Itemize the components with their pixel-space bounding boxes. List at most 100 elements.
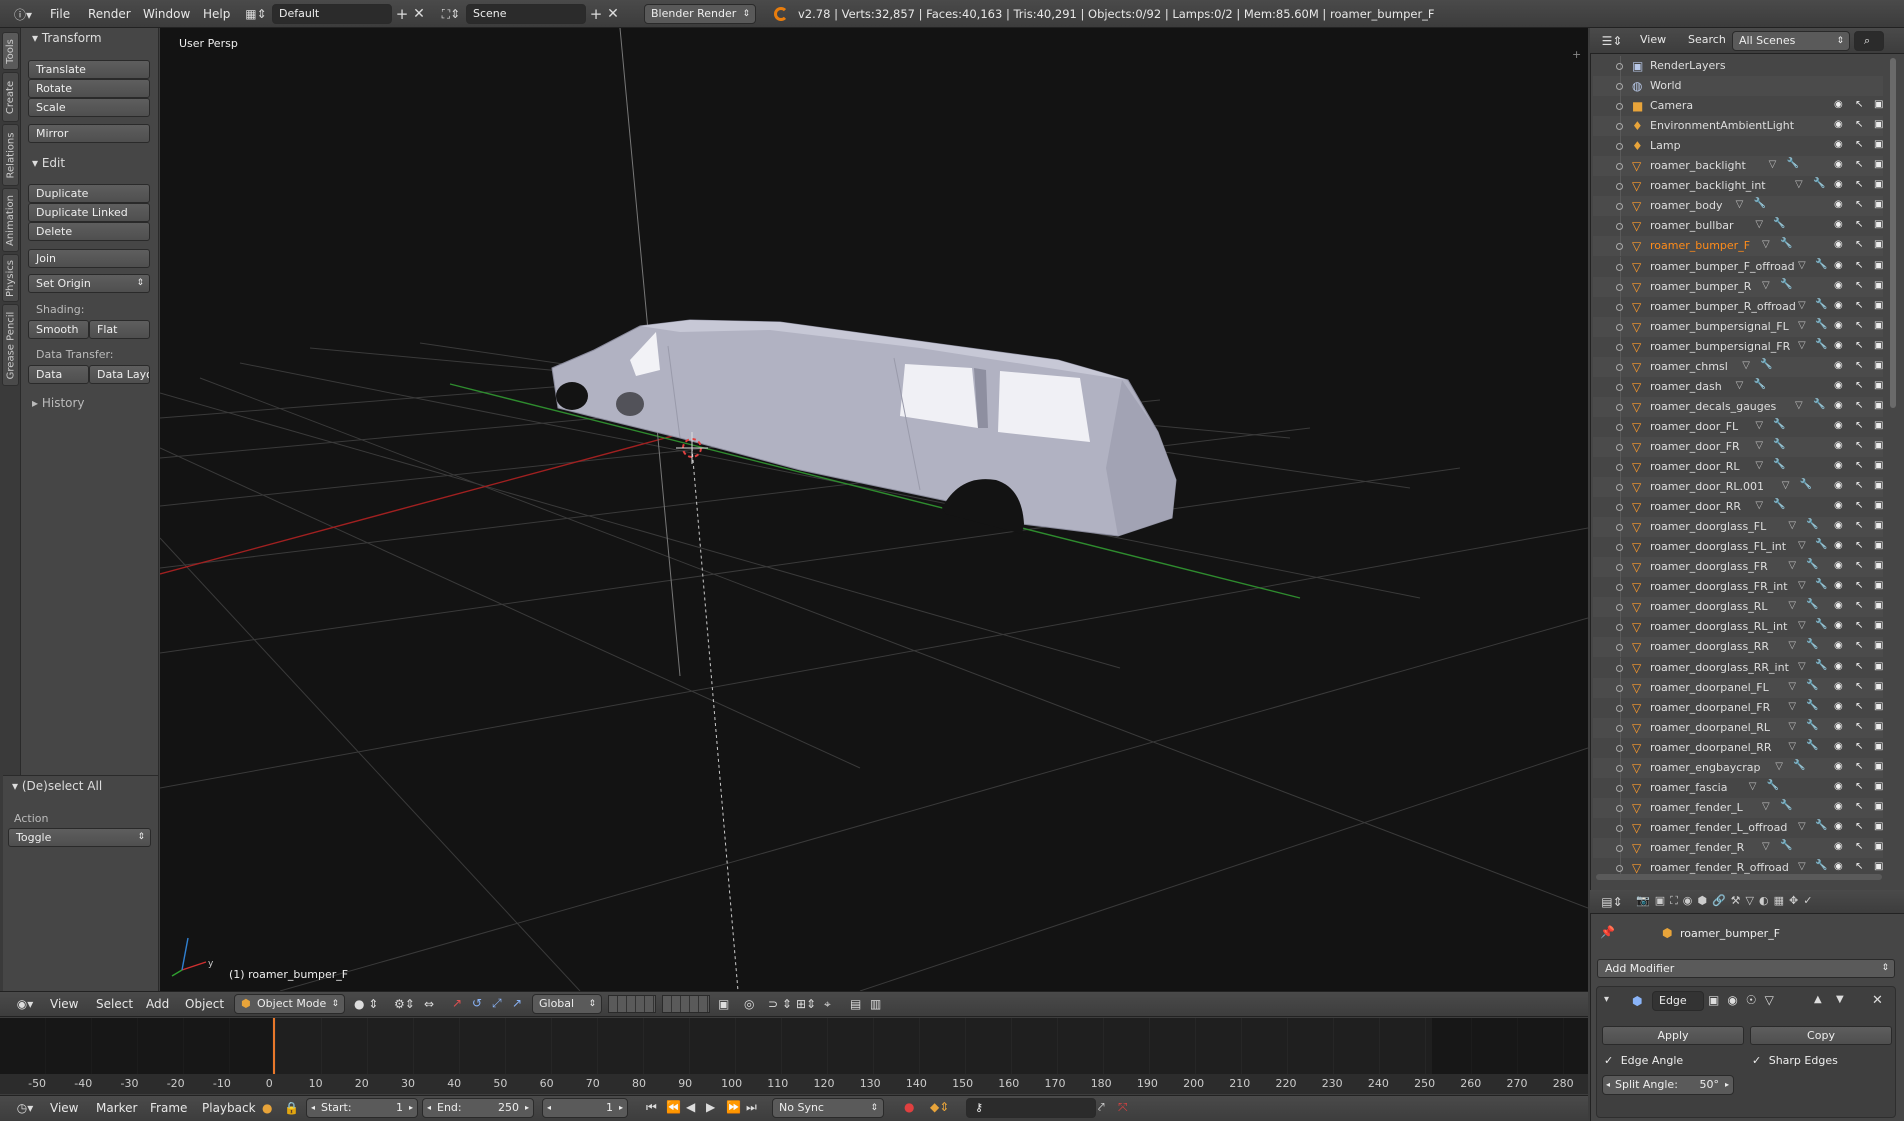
visibility-eye-icon[interactable]: ◉ xyxy=(1834,300,1843,311)
play-icon[interactable]: ▶ xyxy=(706,1100,715,1114)
menu-window[interactable]: Window xyxy=(143,0,190,28)
render-camera-icon[interactable]: ▣ xyxy=(1874,761,1883,772)
outliner-row[interactable]: ▽ roamer_backlight ▽ 🔧 ◉ ↖ ▣ xyxy=(1593,156,1883,177)
outliner-row[interactable]: ▽ roamer_doorglass_FL ▽ 🔧 ◉ ↖ ▣ xyxy=(1593,517,1883,538)
screen-layout-icon[interactable]: ▦⇕ xyxy=(243,5,269,23)
mesh-data-icon[interactable]: ▽ xyxy=(1788,701,1796,712)
outliner-row[interactable]: ▽ roamer_doorpanel_RL ▽ 🔧 ◉ ↖ ▣ xyxy=(1593,717,1883,738)
region-split-plus-icon[interactable]: + xyxy=(1572,48,1581,61)
expand-toggle-icon[interactable] xyxy=(1616,163,1623,171)
modifier-wrench-icon[interactable]: 🔧 xyxy=(1815,339,1827,350)
mesh-data-icon[interactable]: ▽ xyxy=(1755,219,1763,230)
manipulator-scale-icon[interactable]: ⤢ xyxy=(492,996,502,1011)
select-cursor-icon[interactable]: ↖ xyxy=(1855,761,1863,772)
transform-panel-header[interactable]: ▾ Transform xyxy=(32,31,102,45)
sync-mode-select[interactable]: No Sync ⇕ xyxy=(772,1098,884,1118)
tab-animation[interactable]: Animation xyxy=(2,188,19,252)
render-camera-icon[interactable]: ▣ xyxy=(1874,380,1883,391)
visibility-eye-icon[interactable]: ◉ xyxy=(1834,620,1843,631)
render-camera-icon[interactable]: ▣ xyxy=(1874,480,1883,491)
expand-toggle-icon[interactable] xyxy=(1616,584,1623,592)
select-cursor-icon[interactable]: ↖ xyxy=(1855,620,1863,631)
tab-grease-pencil[interactable]: Grease Pencil xyxy=(2,304,19,386)
mesh-data-icon[interactable]: ▽ xyxy=(1736,380,1744,391)
render-camera-icon[interactable]: ▣ xyxy=(1874,600,1883,611)
set-origin-select[interactable]: Set Origin ⇕ xyxy=(28,274,150,293)
tab-tools[interactable]: Tools xyxy=(2,32,19,70)
snap-target-icon[interactable]: ⌖ xyxy=(824,997,831,1012)
manipulator-translate-icon[interactable]: ↗ xyxy=(452,996,462,1010)
outliner-row[interactable]: ▽ roamer_engbaycrap ▽ 🔧 ◉ ↖ ▣ xyxy=(1593,757,1883,778)
select-cursor-icon[interactable]: ↖ xyxy=(1855,600,1863,611)
modifier-collapse-icon[interactable]: ▾ xyxy=(1604,994,1609,1005)
select-cursor-icon[interactable]: ↖ xyxy=(1855,320,1863,331)
screen-layout-field[interactable]: Default xyxy=(272,4,392,24)
select-cursor-icon[interactable]: ↖ xyxy=(1855,360,1863,371)
outliner-row[interactable]: ▽ roamer_fender_L ▽ 🔧 ◉ ↖ ▣ xyxy=(1593,797,1883,818)
mesh-data-icon[interactable]: ▽ xyxy=(1788,681,1796,692)
select-cursor-icon[interactable]: ↖ xyxy=(1855,420,1863,431)
visibility-eye-icon[interactable]: ◉ xyxy=(1834,560,1843,571)
render-camera-icon[interactable]: ▣ xyxy=(1874,540,1883,551)
expand-toggle-icon[interactable] xyxy=(1616,263,1623,271)
expand-toggle-icon[interactable] xyxy=(1616,664,1623,672)
mesh-data-icon[interactable]: ▽ xyxy=(1798,861,1806,872)
visibility-eye-icon[interactable]: ◉ xyxy=(1834,460,1843,471)
copy-modifier-button[interactable]: Copy xyxy=(1750,1026,1892,1045)
delete-layout-button[interactable]: ✕ xyxy=(411,4,427,24)
select-cursor-icon[interactable]: ↖ xyxy=(1855,139,1863,150)
select-cursor-icon[interactable]: ↖ xyxy=(1855,500,1863,511)
mesh-data-icon[interactable]: ▽ xyxy=(1762,239,1770,250)
expand-toggle-icon[interactable] xyxy=(1616,403,1623,411)
visibility-eye-icon[interactable]: ◉ xyxy=(1834,280,1843,291)
outliner-row[interactable]: ▽ roamer_fender_L_offroad ▽ 🔧 ◉ ↖ ▣ xyxy=(1593,817,1883,838)
split-angle-field[interactable]: ◂ Split Angle: 50° ▸ xyxy=(1602,1075,1734,1095)
select-cursor-icon[interactable]: ↖ xyxy=(1855,179,1863,190)
visibility-eye-icon[interactable]: ◉ xyxy=(1834,580,1843,591)
render-camera-icon[interactable]: ▣ xyxy=(1874,580,1883,591)
modifier-wrench-icon[interactable]: 🔧 xyxy=(1780,279,1792,290)
manipulator-combo-icon[interactable]: ↗ xyxy=(512,996,522,1010)
layer-buttons-2[interactable] xyxy=(662,995,710,1013)
visibility-eye-icon[interactable]: ◉ xyxy=(1834,400,1843,411)
record-icon[interactable]: ● xyxy=(904,1100,914,1114)
mesh-data-icon[interactable]: ▽ xyxy=(1795,179,1803,190)
render-camera-icon[interactable]: ▣ xyxy=(1874,460,1883,471)
render-camera-icon[interactable]: ▣ xyxy=(1874,701,1883,712)
modifier-wrench-icon[interactable]: 🔧 xyxy=(1815,579,1827,590)
modifier-wrench-icon[interactable]: 🔧 xyxy=(1815,820,1827,831)
visibility-eye-icon[interactable]: ◉ xyxy=(1834,801,1843,812)
visibility-eye-icon[interactable]: ◉ xyxy=(1834,420,1843,431)
view3d-editor-type-icon[interactable]: ◉▾ xyxy=(10,995,40,1013)
select-cursor-icon[interactable]: ↖ xyxy=(1855,219,1863,230)
select-cursor-icon[interactable]: ↖ xyxy=(1855,159,1863,170)
expand-toggle-icon[interactable] xyxy=(1616,684,1623,692)
modifier-wrench-icon[interactable]: 🔧 xyxy=(1815,319,1827,330)
visibility-eye-icon[interactable]: ◉ xyxy=(1834,320,1843,331)
visibility-eye-icon[interactable]: ◉ xyxy=(1834,600,1843,611)
add-modifier-select[interactable]: Add Modifier ⇕ xyxy=(1597,959,1895,978)
data-layout-button[interactable]: Data Layo xyxy=(89,365,150,384)
expand-toggle-icon[interactable] xyxy=(1616,323,1623,331)
pin-icon[interactable]: 📌 xyxy=(1600,925,1615,939)
visibility-eye-icon[interactable]: ◉ xyxy=(1834,841,1843,852)
modifier-wrench-icon[interactable]: 🔧 xyxy=(1813,399,1825,410)
keying-set-field[interactable]: ⚷ xyxy=(966,1098,1096,1118)
mesh-data-icon[interactable]: ▽ xyxy=(1798,821,1806,832)
select-cursor-icon[interactable]: ↖ xyxy=(1855,701,1863,712)
outliner-row[interactable]: ▽ roamer_bumper_R_offroad ▽ 🔧 ◉ ↖ ▣ xyxy=(1593,296,1883,317)
outliner-row[interactable]: ▽ roamer_fender_R ▽ 🔧 ◉ ↖ ▣ xyxy=(1593,837,1883,858)
modifier-wrench-icon[interactable]: 🔧 xyxy=(1806,720,1818,731)
lock-layers-icon[interactable]: ▣ xyxy=(718,997,729,1011)
render-camera-icon[interactable]: ▣ xyxy=(1874,300,1883,311)
modifier-wrench-icon[interactable]: 🔧 xyxy=(1773,459,1785,470)
select-cursor-icon[interactable]: ↖ xyxy=(1855,199,1863,210)
expand-toggle-icon[interactable] xyxy=(1616,824,1623,832)
modifier-wrench-icon[interactable]: 🔧 xyxy=(1773,439,1785,450)
preview-range-icon[interactable]: ● xyxy=(262,1101,272,1115)
select-cursor-icon[interactable]: ↖ xyxy=(1855,821,1863,832)
operator-panel-header[interactable]: ▾ (De)select All xyxy=(12,779,102,793)
outliner-row[interactable]: ▽ roamer_doorpanel_RR ▽ 🔧 ◉ ↖ ▣ xyxy=(1593,737,1883,758)
visibility-eye-icon[interactable]: ◉ xyxy=(1834,701,1843,712)
expand-toggle-icon[interactable] xyxy=(1616,644,1623,652)
